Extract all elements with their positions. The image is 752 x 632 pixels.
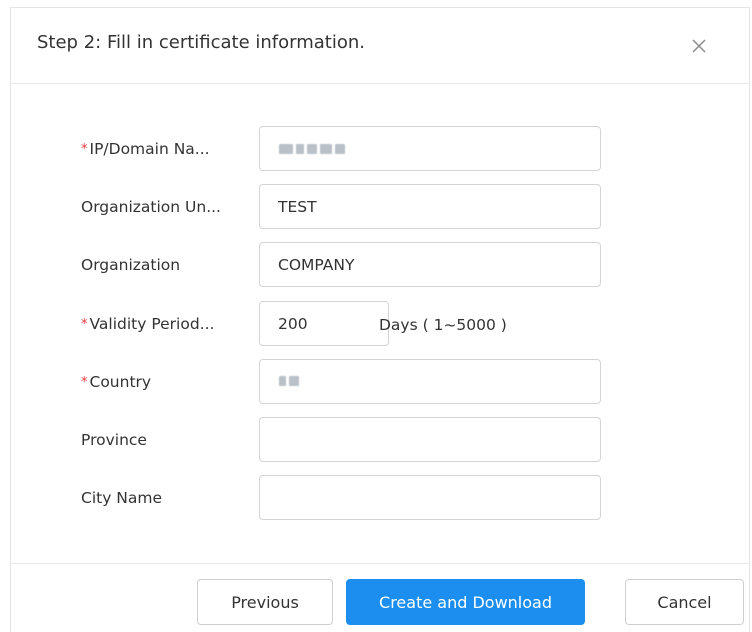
organization-unit-label: Organization Un...: [81, 198, 221, 216]
dialog-footer: Previous Create and Download Cancel: [11, 563, 749, 632]
page: Step 2: Fill in certificate information.…: [0, 0, 752, 632]
required-marker: *: [81, 142, 88, 157]
create-and-download-button[interactable]: Create and Download: [346, 579, 585, 625]
city-name-label: City Name: [81, 489, 163, 507]
required-marker: *: [81, 375, 88, 390]
certificate-dialog: Step 2: Fill in certificate information.…: [10, 7, 750, 632]
redacted-value: [279, 376, 299, 386]
dialog-title: Step 2: Fill in certificate information.: [37, 32, 365, 53]
province-input[interactable]: [259, 417, 601, 462]
city-name-input[interactable]: [259, 475, 601, 520]
country-label: * Country: [81, 373, 151, 391]
organization-label: Organization: [81, 256, 181, 274]
previous-button[interactable]: Previous: [197, 579, 333, 625]
validity-hint: Days ( 1~5000 ): [379, 316, 507, 334]
ip-domain-label: * IP/Domain Na...: [81, 140, 210, 158]
province-label: Province: [81, 431, 147, 449]
ip-domain-label-text: IP/Domain Na...: [89, 140, 210, 158]
validity-period-input[interactable]: [259, 301, 389, 346]
country-input[interactable]: [259, 359, 601, 404]
country-label-text: Country: [89, 373, 152, 391]
organization-input[interactable]: [259, 242, 601, 287]
redacted-value: [279, 144, 345, 154]
cancel-button[interactable]: Cancel: [625, 579, 744, 625]
validity-period-label: * Validity Period...: [81, 315, 214, 333]
close-icon[interactable]: [688, 35, 710, 57]
dialog-header: Step 2: Fill in certificate information.: [11, 8, 749, 84]
required-marker: *: [81, 317, 88, 332]
validity-period-label-text: Validity Period...: [89, 315, 215, 333]
organization-unit-input[interactable]: [259, 184, 601, 229]
